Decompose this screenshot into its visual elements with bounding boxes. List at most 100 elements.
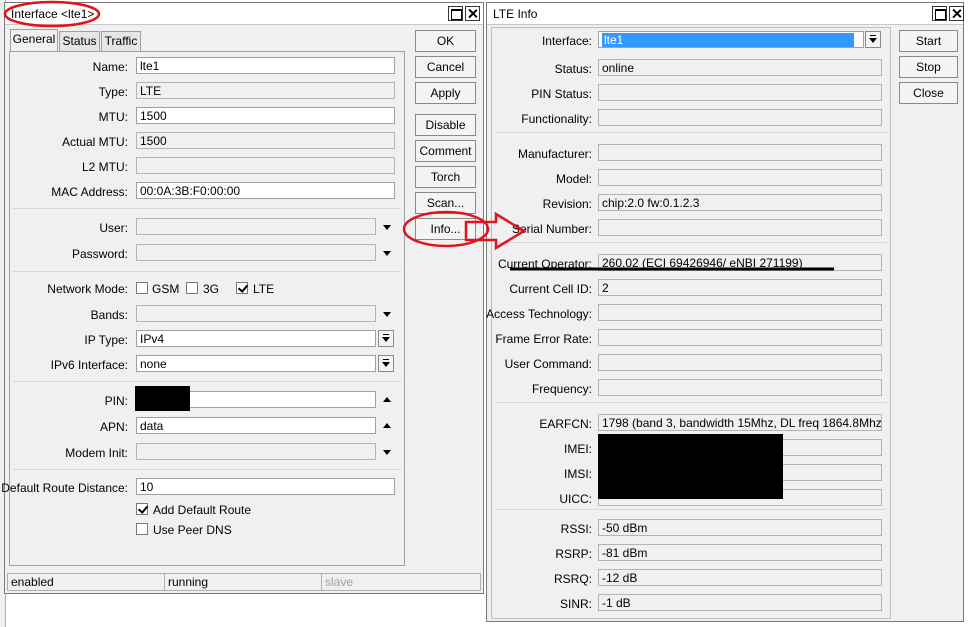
maximize-icon[interactable]: [448, 6, 463, 21]
current-operator-label: Current Operator:: [497, 257, 592, 271]
chevron-up-icon[interactable]: [380, 419, 394, 433]
serial-number-label: Serial Number:: [511, 222, 592, 236]
cancel-button[interactable]: Cancel: [415, 56, 476, 78]
separator: [495, 402, 887, 403]
close-icon[interactable]: [949, 6, 964, 21]
modem-init-label: Modem Init:: [65, 446, 128, 460]
use-peer-dns-checkbox[interactable]: [136, 523, 148, 535]
apply-button[interactable]: Apply: [415, 82, 476, 104]
gsm-checkbox[interactable]: [136, 282, 148, 294]
tab-traffic[interactable]: Traffic: [101, 31, 141, 51]
info-button[interactable]: Info...: [415, 218, 476, 240]
stop-button[interactable]: Stop: [899, 56, 958, 78]
chevron-down-icon[interactable]: [380, 220, 394, 234]
separator: [13, 208, 401, 209]
pin-status-field: [598, 84, 882, 101]
frequency-label: Frequency:: [531, 382, 592, 396]
l2-mtu-field: [136, 157, 395, 174]
user-input[interactable]: [136, 218, 376, 235]
close-button[interactable]: Close: [899, 82, 958, 104]
status-enabled: enabled: [7, 573, 165, 591]
ip-type-label: IP Type:: [84, 333, 128, 347]
lte-info-titlebar[interactable]: LTE Info: [487, 3, 964, 25]
close-icon[interactable]: [465, 6, 480, 21]
password-label: Password:: [71, 247, 128, 261]
manufacturer-field: [598, 144, 882, 161]
apn-input[interactable]: data: [136, 417, 376, 434]
rssi-field: -50 dBm: [598, 519, 882, 536]
mtu-input[interactable]: 1500: [136, 107, 395, 124]
mac-address-input[interactable]: 00:0A:3B:F0:00:00: [136, 182, 395, 199]
password-input[interactable]: [136, 244, 376, 261]
revision-field: chip:2.0 fw:0.1.2.3: [598, 194, 882, 211]
separator: [495, 509, 887, 510]
redaction-block: [135, 386, 190, 411]
mtu-label: MTU:: [98, 110, 128, 124]
ok-button[interactable]: OK: [415, 30, 476, 52]
current-operator-field: 260,02 (ECI 69426946/ eNBI 271199): [598, 254, 882, 271]
separator: [495, 132, 887, 133]
comment-button[interactable]: Comment: [415, 140, 476, 162]
access-technology-field: [598, 304, 882, 321]
rsrp-field: -81 dBm: [598, 544, 882, 561]
network-mode-label: Network Mode:: [47, 282, 128, 296]
l2-mtu-label: L2 MTU:: [81, 160, 128, 174]
tab-general[interactable]: General: [10, 29, 58, 52]
current-cell-id-field: 2: [598, 279, 882, 296]
add-default-route-label: Add Default Route: [153, 503, 252, 517]
lte-checkbox[interactable]: [236, 282, 248, 294]
type-field: LTE: [136, 82, 395, 99]
modem-init-input[interactable]: [136, 443, 376, 460]
dropdown-icon[interactable]: [865, 31, 881, 48]
serial-number-field: [598, 219, 882, 236]
ip-type-select[interactable]: IPv4: [136, 330, 376, 347]
rsrq-field: -12 dB: [598, 569, 882, 586]
sinr-label: SINR:: [559, 597, 592, 611]
manufacturer-label: Manufacturer:: [517, 147, 592, 161]
imsi-label: IMSI:: [563, 467, 592, 481]
use-peer-dns-label: Use Peer DNS: [153, 523, 232, 537]
gsm-label: GSM: [152, 282, 180, 296]
default-route-distance-input[interactable]: 10: [136, 478, 395, 495]
disable-button[interactable]: Disable: [415, 114, 476, 136]
start-button[interactable]: Start: [899, 30, 958, 52]
chevron-up-icon[interactable]: [380, 393, 394, 407]
current-cell-id-label: Current Cell ID:: [509, 282, 592, 296]
rssi-label: RSSI:: [560, 522, 592, 536]
tab-status[interactable]: Status: [59, 31, 100, 51]
dropdown-icon[interactable]: [378, 355, 394, 372]
frame-error-rate-label: Frame Error Rate:: [495, 332, 592, 346]
lte-info-window: LTE Info Interface: lte1 Start Stop Clos…: [486, 2, 964, 622]
name-input[interactable]: lte1: [136, 57, 395, 74]
add-default-route-checkbox[interactable]: [136, 503, 148, 515]
interface-select[interactable]: lte1: [598, 31, 864, 48]
maximize-icon[interactable]: [932, 6, 947, 21]
dropdown-icon[interactable]: [378, 330, 394, 347]
ipv6-interface-select[interactable]: none: [136, 355, 376, 372]
torch-button[interactable]: Torch: [415, 166, 476, 188]
mac-address-label: MAC Address:: [51, 185, 128, 199]
default-route-distance-label: Default Route Distance:: [1, 481, 128, 495]
actual-mtu-field: 1500: [136, 132, 395, 149]
user-command-field: [598, 354, 882, 371]
rsrq-label: RSRQ:: [553, 572, 592, 586]
separator: [13, 271, 401, 272]
user-label: User:: [99, 221, 128, 235]
interface-window: Interface <lte1> General Status Traffic …: [1, 2, 484, 594]
name-label: Name:: [92, 60, 128, 74]
revision-label: Revision:: [542, 197, 592, 211]
bands-label: Bands:: [90, 308, 128, 322]
lte-info-window-title: LTE Info: [493, 7, 538, 21]
interface-titlebar[interactable]: Interface <lte1>: [5, 3, 483, 25]
ipv6-interface-label: IPv6 Interface:: [50, 358, 128, 372]
chevron-down-icon[interactable]: [380, 445, 394, 459]
3g-checkbox[interactable]: [186, 282, 198, 294]
uicc-label: UICC:: [559, 492, 592, 506]
pin-label: PIN:: [104, 394, 128, 408]
scan-button[interactable]: Scan...: [415, 192, 476, 214]
chevron-down-icon[interactable]: [380, 246, 394, 260]
functionality-label: Functionality:: [521, 112, 592, 126]
bands-input[interactable]: [136, 305, 376, 322]
3g-label: 3G: [203, 282, 220, 296]
chevron-down-icon[interactable]: [380, 307, 394, 321]
